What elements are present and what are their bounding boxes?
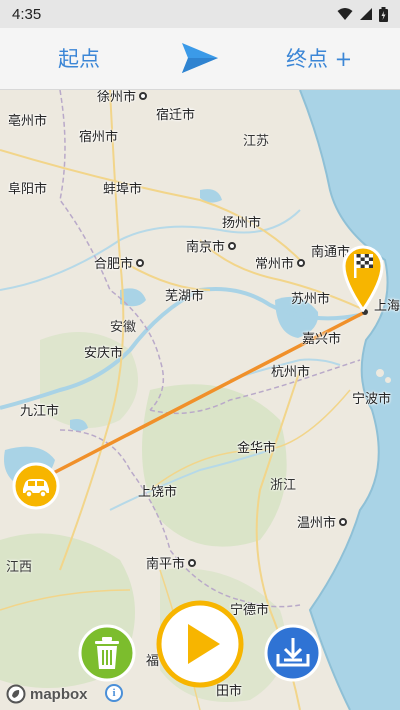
map-view[interactable]: 徐州市 亳州市 宿迁市 宿州市 阜阳市 蚌埠市 扬州市 南京市 合肥市 常州市 … [0,90,400,710]
city-label: 蚌埠市 [103,182,143,197]
download-button[interactable] [264,624,322,682]
city-label: 芜湖市 [165,289,205,304]
city-label: 九江市 [20,404,60,419]
city-label: 徐州市 [97,90,148,105]
city-label: 亳州市 [8,114,48,129]
city-label: 苏州市 [291,292,331,307]
city-label: 宁德市 [230,603,270,618]
province-label: 江西 [6,560,33,575]
trash-icon [95,637,119,669]
city-label: 南平市 [146,553,197,572]
battery-icon [379,6,388,22]
province-label: 安徽 [110,320,137,335]
mapbox-logo-icon [6,684,26,704]
mapbox-logo[interactable]: mapbox [6,684,88,704]
finish-flag-icon[interactable] [340,242,386,312]
city-label: 阜阳市 [8,182,48,197]
city-label: 安庆市 [84,346,124,361]
route-header: 起点 终点 + [0,28,400,90]
city-label: 宁波市 [352,392,392,407]
city-label: 杭州市 [271,365,311,380]
play-button[interactable] [156,600,244,688]
city-label: 合肥市 [94,253,145,272]
mapbox-logo-text: mapbox [30,685,88,703]
end-point-button[interactable]: 终点 + [286,43,352,73]
car-icon[interactable] [12,462,60,510]
city-label: 扬州市 [222,216,262,231]
city-label: 上饶市 [138,485,178,500]
trash-button[interactable] [78,624,136,682]
city-label: 嘉兴市 [302,332,342,347]
send-icon[interactable] [180,40,220,76]
province-label: 江苏 [243,134,270,149]
signal-icon [360,8,372,20]
status-time: 4:35 [12,5,42,23]
province-label: 浙江 [270,478,297,493]
city-label: 金华市 [237,441,277,456]
city-label: 宿州市 [79,130,119,145]
wifi-icon [337,8,353,20]
city-label: 常州市 [255,253,306,272]
start-point-button[interactable]: 起点 [58,43,100,73]
city-label: 温州市 [297,512,348,531]
attribution-info-icon[interactable]: i [105,684,123,702]
city-label: 宿迁市 [156,108,196,123]
status-icons [337,6,388,22]
city-label: 南京市 [186,236,237,255]
status-bar: 4:35 [0,0,400,28]
